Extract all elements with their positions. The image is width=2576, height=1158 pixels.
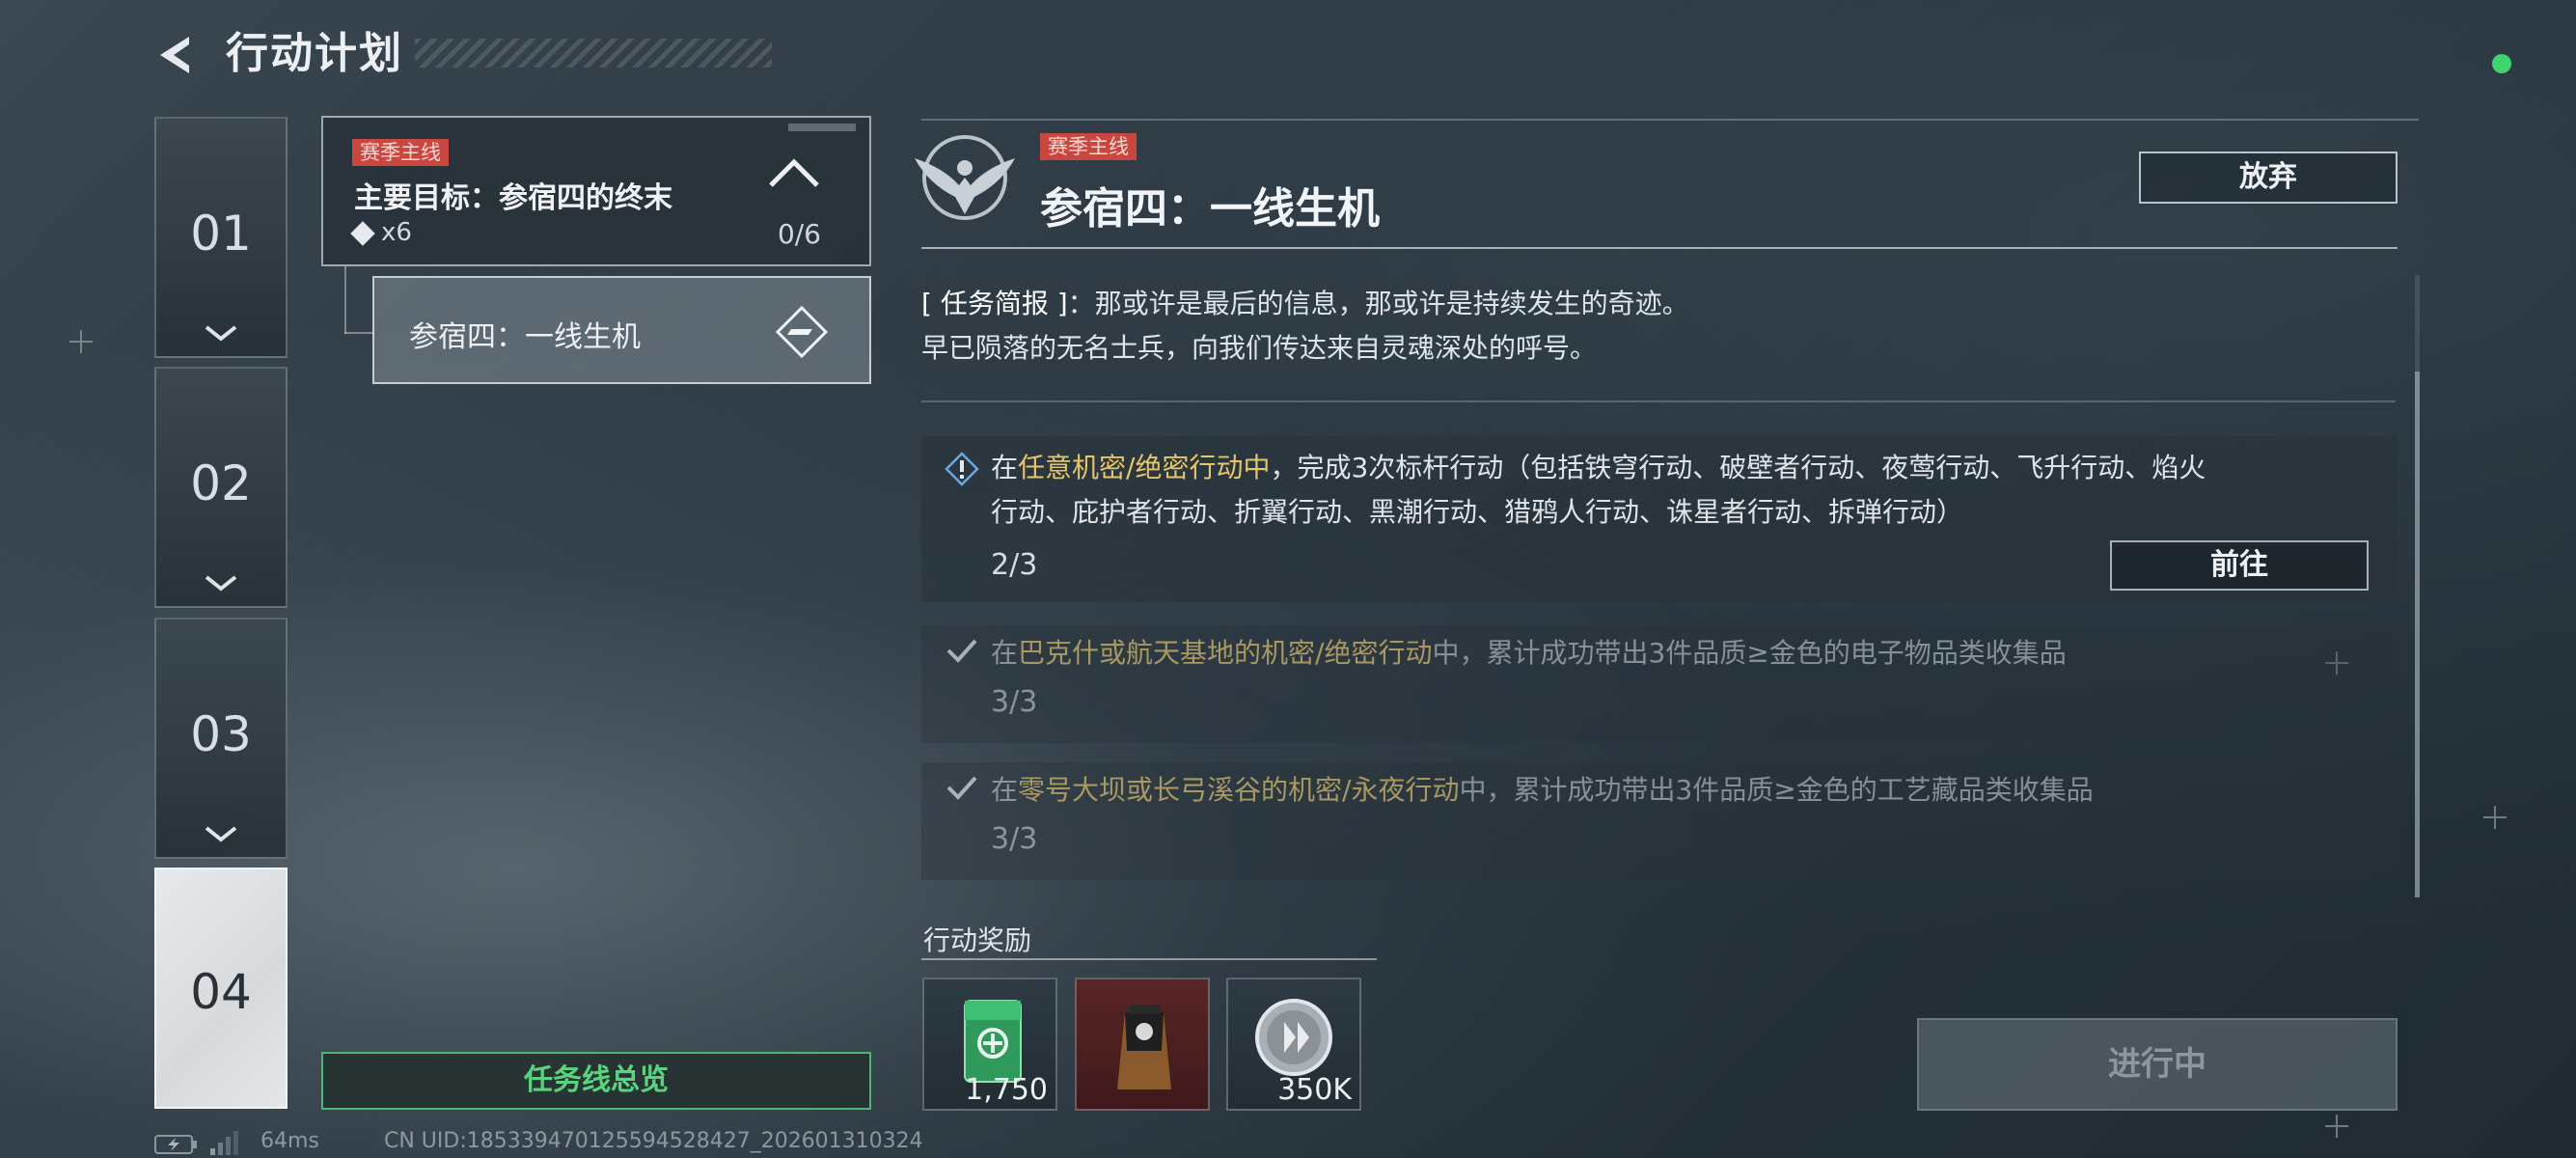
- objective-highlight: 巴克什或航天基地的机密/绝密行动: [1018, 637, 1433, 669]
- crosshair-decoration: [69, 330, 93, 353]
- mission-title: 主要目标：参宿四的终末: [354, 181, 672, 215]
- chapter-tab-label: 02: [190, 455, 252, 511]
- season-main-tag: 赛季主线: [1040, 133, 1137, 160]
- chapter-tab-03[interactable]: 03: [154, 618, 288, 859]
- objective-text-post: ，完成3次标杆行动（包括铁穹行动、破壁者行动、夜莺行动、飞升行动、焰火: [1270, 452, 2206, 483]
- battery-icon: [154, 1135, 197, 1154]
- eagle-emblem-icon: [915, 135, 1015, 220]
- crosshair-decoration: [2483, 806, 2507, 829]
- in-progress-button[interactable]: 进行中: [1917, 1018, 2398, 1111]
- divider: [921, 958, 1377, 960]
- objective-text-post: 中，累计成功带出3件品质≥金色的电子物品类收集品: [1432, 637, 2067, 669]
- objective-item: 在零号大坝或长弓溪谷的机密/永夜行动中，累计成功带出3件品质≥金色的工艺藏品类收…: [921, 762, 2398, 880]
- objective-text-post: 中，累计成功带出3件品质≥金色的工艺藏品类收集品: [1459, 774, 2094, 806]
- objective-text: 在任意机密/绝密行动中，完成3次标杆行动（包括铁穹行动、破壁者行动、夜莺行动、飞…: [991, 446, 2206, 490]
- objective-progress: 3/3: [991, 822, 1038, 856]
- sub-mission-item[interactable]: 参宿四：一线生机: [372, 276, 871, 384]
- objective-progress: 2/3: [991, 548, 1038, 582]
- page-title: 行动计划: [226, 29, 403, 78]
- objective-text-line2: 行动、庇护者行动、折翼行动、黑潮行动、猎鸦人行动、诛星者行动、拆弹行动）: [991, 496, 1964, 528]
- chapter-tab-label: 04: [190, 964, 252, 1020]
- objective-item: 在巴克什或航天基地的机密/绝密行动中，累计成功带出3件品质≥金色的电子物品类收集…: [921, 625, 2398, 743]
- reward-quantity: 350K: [1277, 1073, 1352, 1107]
- tree-connector: [344, 266, 346, 334]
- sub-mission-label: 参宿四：一线生机: [409, 320, 641, 354]
- chevron-down-icon: [205, 325, 237, 342]
- abandon-button[interactable]: 放弃: [2139, 152, 2398, 204]
- tree-connector: [344, 332, 373, 334]
- card-corner-decoration: [788, 124, 856, 131]
- mission-reward: x6: [350, 218, 412, 247]
- chevron-down-icon: [205, 575, 237, 592]
- divider: [921, 400, 2396, 402]
- coffee-bag-icon: [1117, 1005, 1171, 1089]
- mission-progress: 0/6: [777, 218, 821, 250]
- objective-highlight: 任意机密/绝密行动中: [1018, 452, 1271, 483]
- objective-text: 在巴克什或航天基地的机密/绝密行动中，累计成功带出3件品质≥金色的电子物品类收集…: [991, 631, 2067, 676]
- detail-title: 参宿四：一线生机: [1040, 184, 1380, 234]
- ping-text: 64ms: [260, 1129, 319, 1153]
- reward-item[interactable]: 1,750: [922, 978, 1057, 1111]
- objective-progress: 3/3: [991, 685, 1038, 719]
- checkmark-icon: [946, 639, 977, 663]
- objective-text-pre: 在: [991, 637, 1019, 669]
- objective-text-pre: 在: [991, 774, 1019, 806]
- chapter-tab-02[interactable]: 02: [154, 367, 288, 608]
- diamond-icon: [350, 220, 375, 246]
- signal-icon: [210, 1131, 238, 1155]
- objective-item: 在任意机密/绝密行动中，完成3次标杆行动（包括铁穹行动、破壁者行动、夜莺行动、飞…: [921, 436, 2398, 602]
- chapter-tab-01[interactable]: 01: [154, 117, 288, 358]
- season-main-tag: 赛季主线: [352, 139, 449, 166]
- briefing-line: ：那或许是最后的信息，那或许是持续发生的奇迹。: [1067, 288, 1689, 319]
- detail-top-line: [921, 119, 2419, 121]
- chapter-tab-label: 03: [190, 706, 252, 762]
- alert-diamond-icon: [945, 452, 979, 486]
- status-bar: 64ms CN UID:18533947012559452842​7_20260…: [154, 1129, 1023, 1158]
- online-status-dot: [2492, 54, 2511, 73]
- chapter-tab-label: 01: [190, 206, 252, 262]
- mission-overview-button[interactable]: 任务线总览: [321, 1052, 871, 1110]
- chevron-down-icon: [205, 826, 237, 842]
- uid-text: CN UID:18533947012559452842​7_2026013103…: [384, 1129, 923, 1153]
- briefing-prefix: [ 任务简报 ]: [921, 288, 1068, 319]
- divider: [921, 247, 2398, 249]
- crosshair-decoration: [2325, 1115, 2348, 1138]
- objective-highlight: 零号大坝或长弓溪谷的机密/永夜行动: [1018, 774, 1460, 806]
- objective-text-pre: 在: [991, 452, 1019, 483]
- reward-item[interactable]: [1075, 978, 1210, 1111]
- chapter-tab-04[interactable]: 04: [154, 868, 288, 1109]
- main-mission-card[interactable]: 赛季主线 主要目标：参宿四的终末 x6 0/6: [321, 116, 871, 266]
- checkmark-icon: [946, 776, 977, 800]
- reward-quantity: 1,750: [965, 1073, 1048, 1107]
- briefing-line: 早已陨落的无名士兵，向我们传达来自灵魂深处的呼号。: [921, 332, 1598, 364]
- title-stripes-decoration: [415, 39, 772, 68]
- back-arrow-icon[interactable]: [154, 33, 199, 77]
- scrollbar-thumb[interactable]: [2415, 372, 2420, 897]
- rewards-title: 行动奖励: [923, 924, 1032, 956]
- page-header: 行动计划: [154, 25, 772, 83]
- mission-briefing: [ 任务简报 ]：那或许是最后的信息，那或许是持续发生的奇迹。 早已陨落的无名士…: [921, 282, 2388, 371]
- diamond-mission-icon: [775, 305, 829, 359]
- chevron-up-icon[interactable]: [767, 156, 821, 189]
- objective-text: 在零号大坝或长弓溪谷的机密/永夜行动中，累计成功带出3件品质≥金色的工艺藏品类收…: [991, 768, 2094, 813]
- mission-reward-count: x6: [381, 218, 412, 247]
- reward-item[interactable]: 350K: [1226, 978, 1361, 1111]
- goto-button[interactable]: 前往: [2110, 540, 2369, 591]
